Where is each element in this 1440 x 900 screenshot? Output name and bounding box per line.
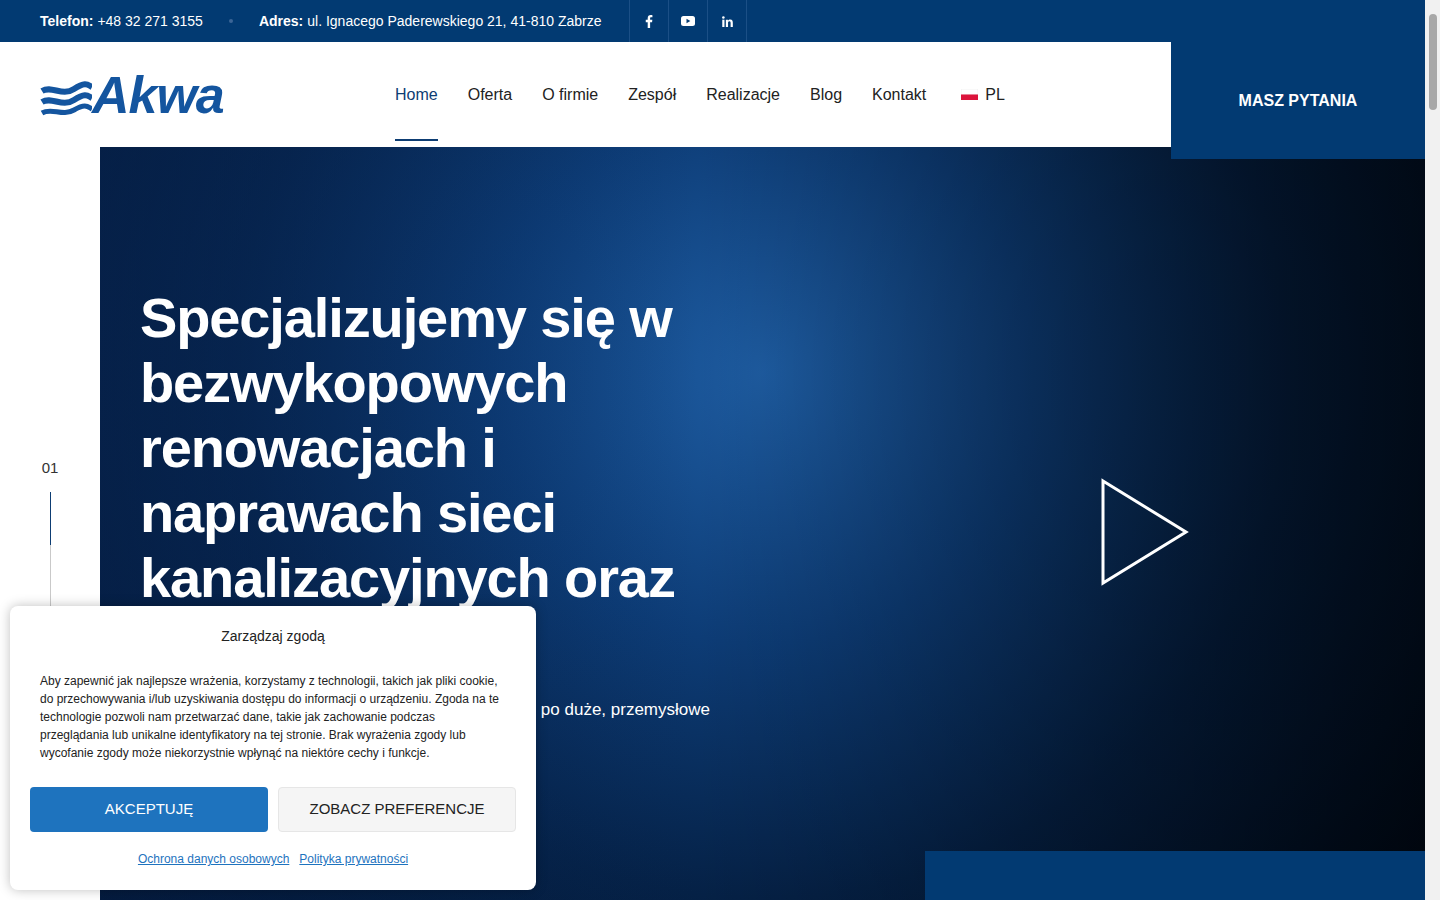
youtube-icon[interactable] <box>669 0 708 42</box>
scrollbar[interactable] <box>1425 0 1440 900</box>
nav-label: Blog <box>810 83 842 107</box>
top-bar: Telefon: +48 32 271 3155 Adres: ul. Igna… <box>0 0 1425 42</box>
nav-label: Kontakt <box>872 83 926 107</box>
nav-underline <box>395 139 438 141</box>
nav-item[interactable]: Realizacje <box>706 42 780 147</box>
header: Akwa Home Oferta O firmie Zespół Realizacje B… <box>0 42 1425 147</box>
hero-heading: Specjalizujemy się w bezwykopowych renow… <box>140 285 720 610</box>
linkedin-icon[interactable] <box>708 0 747 42</box>
cookie-title: Zarządzaj zgodą <box>30 626 516 646</box>
nav-item[interactable]: O firmie <box>542 42 598 147</box>
contact-cta[interactable]: MASZ PYTANIA <box>1171 42 1425 159</box>
cookie-text: Aby zapewnić jak najlepsze wrażenia, kor… <box>30 672 516 762</box>
nav-items: Home Oferta O firmie Zespół Realizacje Blog Ko… <box>395 42 926 147</box>
separator <box>229 19 233 23</box>
social-links <box>629 0 747 42</box>
nav-label: Oferta <box>468 83 512 107</box>
scrollbar-thumb[interactable] <box>1429 14 1437 110</box>
cookie-links: Ochrona danych osobowych Polityka prywatn… <box>30 850 516 868</box>
logo[interactable]: Akwa <box>40 69 240 121</box>
phone[interactable]: Telefon: +48 32 271 3155 <box>40 11 203 32</box>
play-icon <box>1100 478 1190 586</box>
nav-item[interactable]: Blog <box>810 42 842 147</box>
cookie-consent: Zarządzaj zgodą Aby zapewnić jak najleps… <box>10 606 536 890</box>
facebook-icon[interactable] <box>630 0 669 42</box>
nav-item[interactable]: Kontakt <box>872 42 926 147</box>
slide-index: 01 <box>42 457 59 479</box>
nav-label: O firmie <box>542 83 598 107</box>
address-text: ul. Ignacego Paderewskiego 21, 41-810 Za… <box>307 11 601 32</box>
language-switcher[interactable]: PL <box>961 83 1005 107</box>
cookie-buttons: AKCEPTUJĘZOBACZ PREFERENCJE <box>30 787 516 832</box>
policy-link[interactable]: Ochrona danych osobowych <box>138 850 289 868</box>
accept-button[interactable]: AKCEPTUJĘ <box>30 787 268 832</box>
cta-label: MASZ PYTANIA <box>1239 89 1358 113</box>
play-button[interactable] <box>1100 478 1190 586</box>
hero-corner-block <box>925 851 1425 900</box>
main-nav: Home Oferta O firmie Zespół Realizacje Blog Ko… <box>395 42 1005 147</box>
nav-item[interactable]: Oferta <box>468 42 512 147</box>
poland-flag-icon <box>961 89 978 100</box>
nav-item[interactable]: Home <box>395 42 438 147</box>
slider-progress <box>50 492 51 545</box>
nav-label: Realizacje <box>706 83 780 107</box>
address: Adres: ul. Ignacego Paderewskiego 21, 41… <box>259 11 602 32</box>
logo-text: Akwa <box>92 69 224 121</box>
phone-number[interactable]: +48 32 271 3155 <box>97 11 203 32</box>
policy-link[interactable]: Polityka prywatności <box>299 850 408 868</box>
nav-label: Zespół <box>628 83 676 107</box>
address-label: Adres: <box>259 11 303 32</box>
nav-item[interactable]: Zespół <box>628 42 676 147</box>
preferences-button[interactable]: ZOBACZ PREFERENCJE <box>278 787 516 832</box>
waves-icon <box>40 73 92 117</box>
nav-label: Home <box>395 83 438 107</box>
phone-label: Telefon: <box>40 11 93 32</box>
language-label: PL <box>985 83 1005 107</box>
